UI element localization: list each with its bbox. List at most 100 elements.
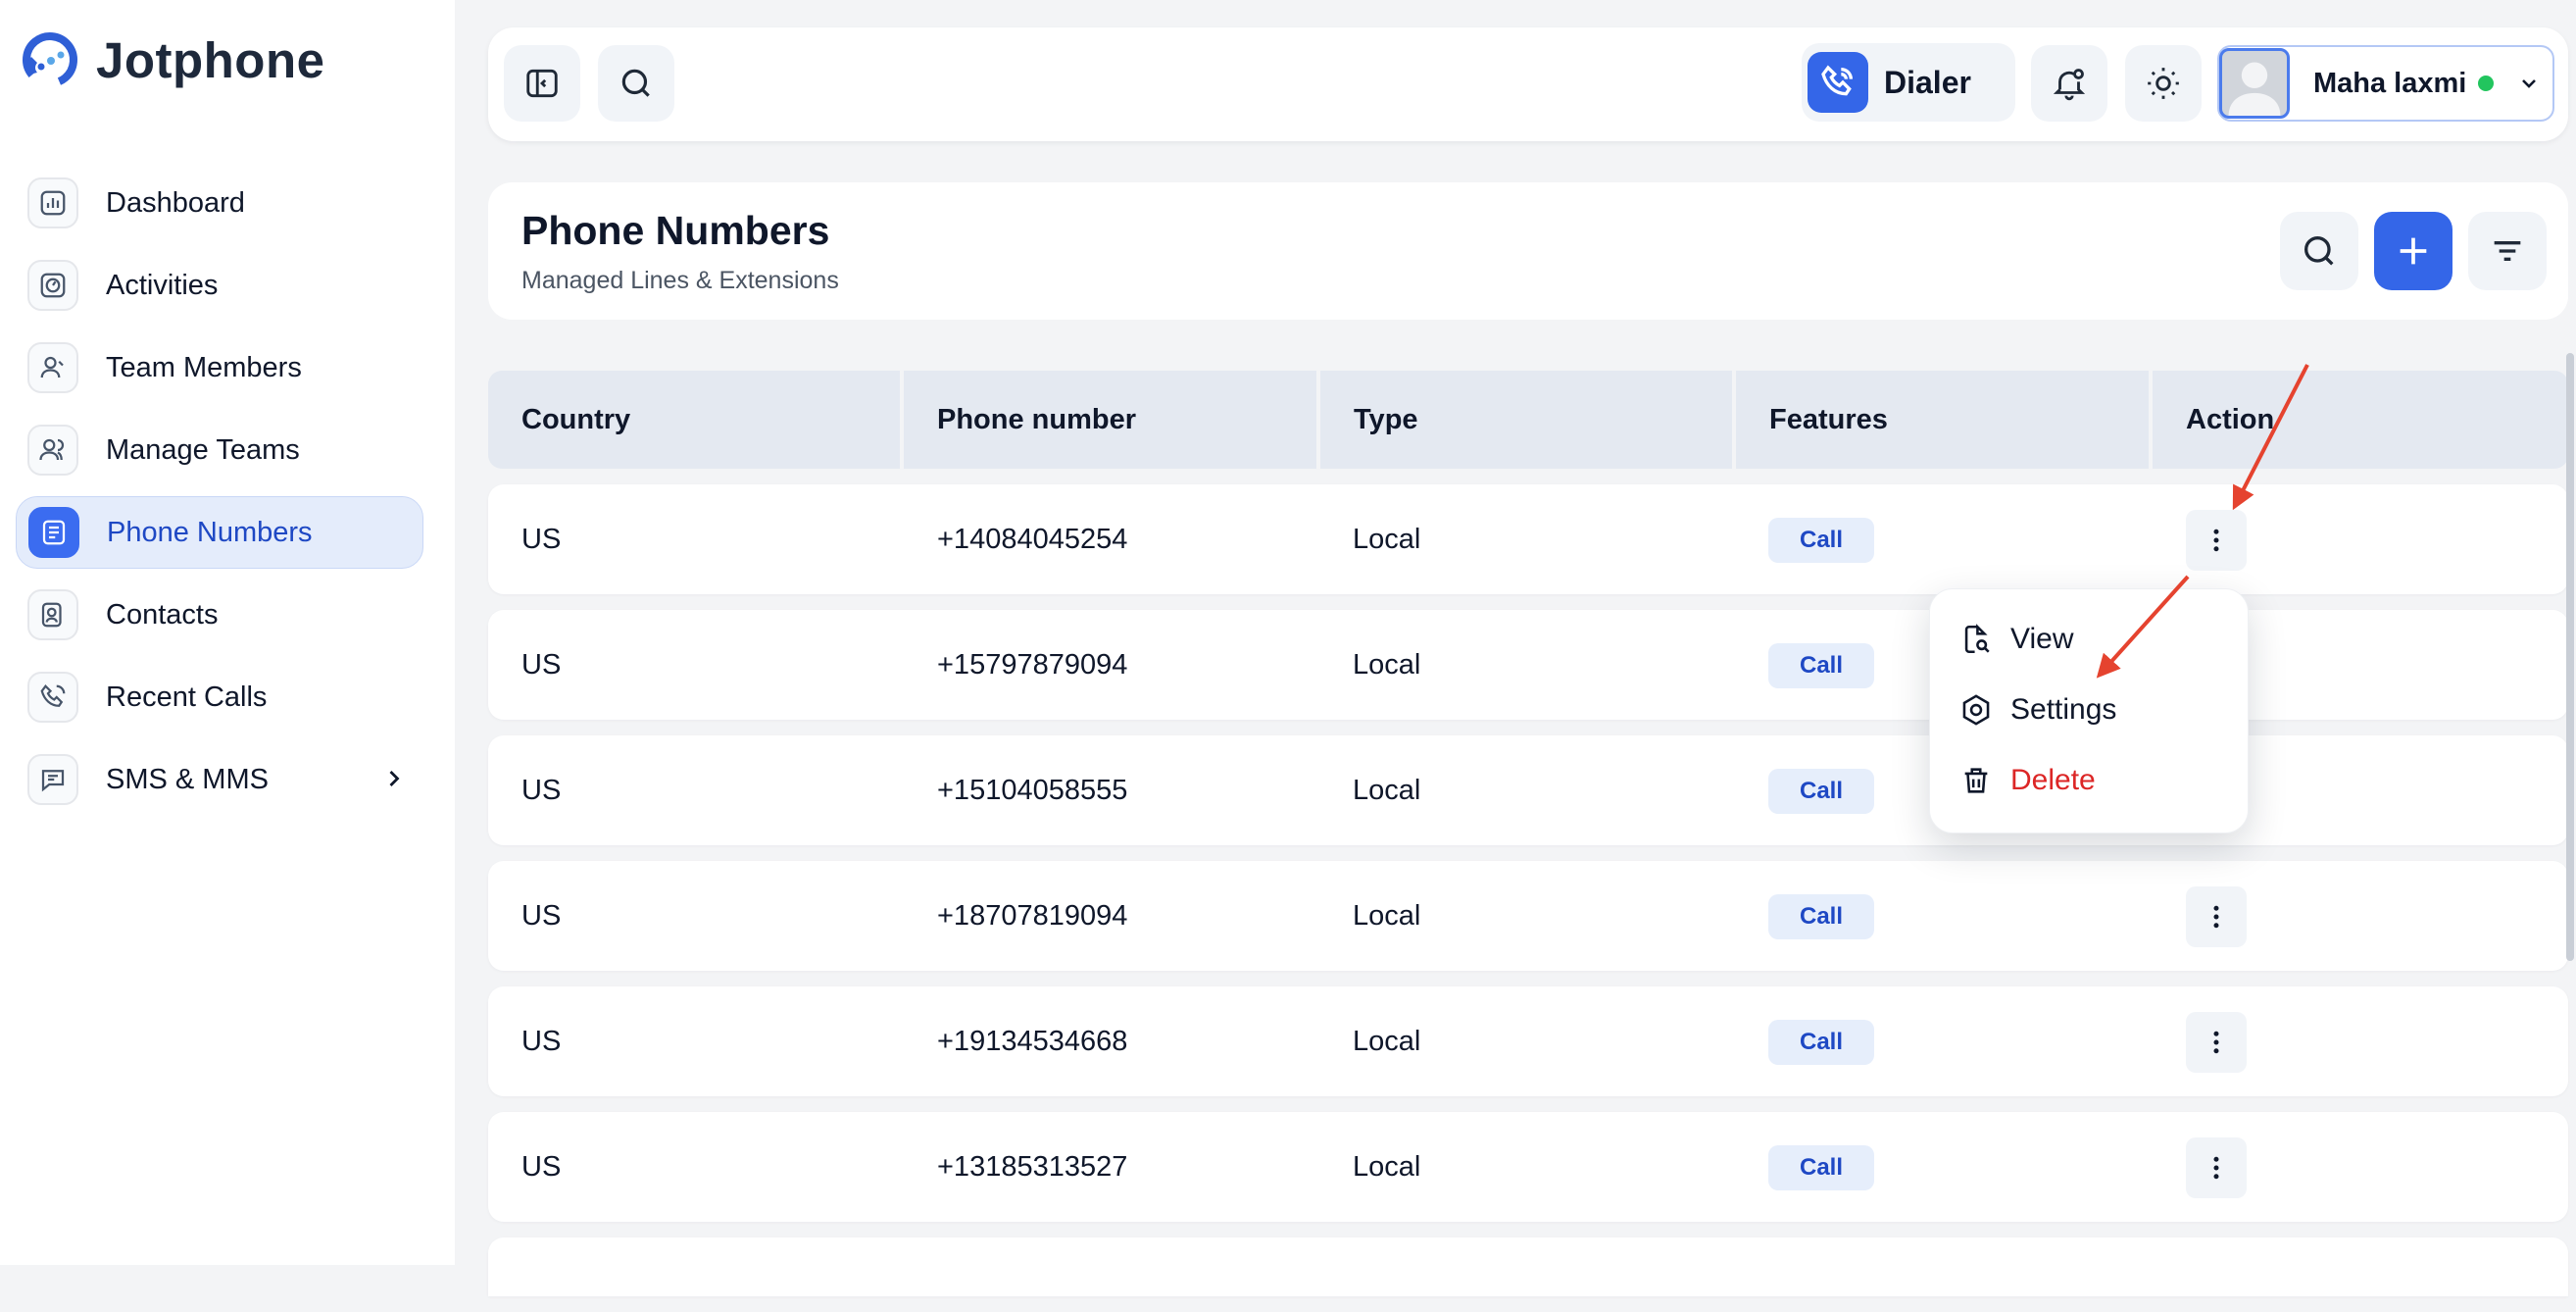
menu-item-label: View bbox=[2010, 623, 2074, 655]
online-status-dot bbox=[2478, 76, 2495, 91]
user-menu[interactable]: Maha laxmi bbox=[2217, 45, 2554, 122]
plus-icon bbox=[2400, 237, 2427, 265]
table-row[interactable]: US +15797879094 Local Call bbox=[488, 610, 2568, 720]
chevron-right-icon bbox=[389, 771, 400, 786]
contacts-icon bbox=[27, 589, 78, 640]
menu-item-delete[interactable]: Delete bbox=[1959, 756, 2096, 805]
row-actions-button[interactable] bbox=[2186, 1137, 2247, 1198]
row-actions-menu: View Settings Delete bbox=[1929, 588, 2249, 833]
add-number-button[interactable] bbox=[2374, 212, 2452, 290]
more-vertical-icon bbox=[2213, 1031, 2219, 1054]
table-row[interactable]: US +18707819094 Local Call bbox=[488, 861, 2568, 971]
phone-numbers-table: US +14084045254 Local Call US +157978790… bbox=[488, 484, 2568, 1312]
menu-item-label: Delete bbox=[2010, 764, 2096, 796]
jotphone-logo-icon bbox=[23, 32, 77, 87]
manage-teams-icon bbox=[27, 425, 78, 476]
sidebar-item-team-members[interactable]: Team Members bbox=[16, 331, 423, 404]
trash-icon bbox=[1964, 768, 1988, 793]
filter-icon bbox=[2494, 241, 2521, 261]
sidebar-item-activities[interactable]: Activities bbox=[16, 249, 423, 322]
country-cell: US bbox=[521, 899, 562, 932]
chart-icon bbox=[27, 177, 78, 228]
more-vertical-icon bbox=[2213, 905, 2219, 929]
more-vertical-icon bbox=[2213, 529, 2219, 552]
column-header-phone-number[interactable]: Phone number bbox=[904, 371, 1316, 469]
search-numbers-button[interactable] bbox=[2280, 212, 2358, 290]
feature-badge: Call bbox=[1768, 1145, 1874, 1190]
row-actions-button[interactable] bbox=[2186, 510, 2247, 571]
country-cell: US bbox=[521, 1025, 562, 1057]
feature-badge: Call bbox=[1768, 643, 1874, 688]
dialer-phone-icon bbox=[1808, 52, 1868, 113]
sidebar-item-recent-calls[interactable]: Recent Calls bbox=[16, 661, 423, 733]
team-members-icon bbox=[27, 342, 78, 393]
sidebar-item-label: Manage Teams bbox=[106, 433, 300, 466]
sidebar-item-contacts[interactable]: Contacts bbox=[16, 579, 423, 651]
toggle-sidebar-button[interactable] bbox=[504, 45, 580, 122]
recent-calls-icon bbox=[27, 672, 78, 723]
feature-badge: Call bbox=[1768, 769, 1874, 814]
table-row[interactable]: US +15104058555 Local Call bbox=[488, 735, 2568, 845]
row-actions-button[interactable] bbox=[2186, 1012, 2247, 1073]
menu-item-view[interactable]: View bbox=[1959, 615, 2073, 664]
menu-item-settings[interactable]: Settings bbox=[1959, 685, 2116, 734]
page-header: Phone Numbers Managed Lines & Extensions bbox=[488, 182, 2568, 320]
type-cell: Local bbox=[1353, 774, 1421, 806]
dialer-label: Dialer bbox=[1884, 64, 1971, 100]
country-cell: US bbox=[521, 523, 562, 555]
logo[interactable]: Jotphone bbox=[18, 27, 324, 92]
sidebar-nav: Dashboard Activities Team Members Manage… bbox=[16, 167, 423, 826]
country-cell: US bbox=[521, 774, 562, 806]
feature-badge: Call bbox=[1768, 894, 1874, 939]
search-icon bbox=[621, 69, 650, 97]
country-cell: US bbox=[521, 1150, 562, 1183]
message-icon bbox=[27, 754, 78, 805]
sidebar-item-label: Recent Calls bbox=[106, 681, 268, 713]
sidebar: Jotphone Dashboard Activities Team Membe… bbox=[0, 0, 455, 1265]
sidebar-item-sms-mms[interactable]: SMS & MMS bbox=[16, 743, 423, 816]
sun-icon bbox=[2148, 68, 2179, 99]
table-row[interactable]: US +13185313527 Local Call bbox=[488, 1112, 2568, 1222]
theme-toggle-button[interactable] bbox=[2125, 45, 2202, 122]
country-cell: US bbox=[521, 648, 562, 681]
type-cell: Local bbox=[1353, 899, 1421, 932]
type-cell: Local bbox=[1353, 648, 1421, 681]
app-name: Jotphone bbox=[96, 31, 325, 88]
activity-icon bbox=[27, 260, 78, 311]
page-subtitle: Managed Lines & Extensions bbox=[521, 267, 839, 294]
row-actions-button[interactable] bbox=[2186, 886, 2247, 947]
sidebar-toggle-icon bbox=[526, 69, 558, 98]
global-search-button[interactable] bbox=[598, 45, 674, 122]
menu-item-label: Settings bbox=[2010, 693, 2117, 726]
sidebar-item-manage-teams[interactable]: Manage Teams bbox=[16, 414, 423, 486]
column-header-country[interactable]: Country bbox=[488, 371, 900, 469]
avatar bbox=[2219, 48, 2290, 119]
sidebar-item-phone-numbers[interactable]: Phone Numbers bbox=[16, 496, 423, 569]
phone-number-cell: +13185313527 bbox=[937, 1150, 1128, 1183]
sidebar-item-dashboard[interactable]: Dashboard bbox=[16, 167, 423, 239]
page-title: Phone Numbers bbox=[521, 208, 830, 253]
phone-number-cell: +18707819094 bbox=[937, 899, 1128, 932]
type-cell: Local bbox=[1353, 1150, 1421, 1183]
column-header-type[interactable]: Type bbox=[1320, 371, 1732, 469]
table-row[interactable]: US +19134534668 Local Call bbox=[488, 986, 2568, 1096]
type-cell: Local bbox=[1353, 523, 1421, 555]
table-row[interactable]: US +14084045254 Local Call bbox=[488, 484, 2568, 594]
table-scrollbar[interactable] bbox=[2566, 353, 2574, 961]
phone-book-icon bbox=[28, 507, 79, 558]
more-vertical-icon bbox=[2213, 1156, 2219, 1180]
user-placeholder-icon bbox=[2228, 62, 2281, 116]
column-header-features[interactable]: Features bbox=[1736, 371, 2149, 469]
notifications-button[interactable] bbox=[2031, 45, 2107, 122]
feature-badge: Call bbox=[1768, 518, 1874, 563]
sidebar-item-label: Phone Numbers bbox=[107, 516, 313, 548]
sidebar-item-label: Activities bbox=[106, 269, 219, 301]
table-row-partial[interactable] bbox=[488, 1237, 2568, 1296]
bell-icon bbox=[2053, 69, 2086, 101]
filter-button[interactable] bbox=[2468, 212, 2547, 290]
file-view-icon bbox=[1964, 624, 1990, 654]
dialer-button[interactable]: Dialer bbox=[1802, 43, 2015, 122]
type-cell: Local bbox=[1353, 1025, 1421, 1057]
sidebar-item-label: Dashboard bbox=[106, 186, 245, 219]
search-icon bbox=[2304, 236, 2334, 266]
